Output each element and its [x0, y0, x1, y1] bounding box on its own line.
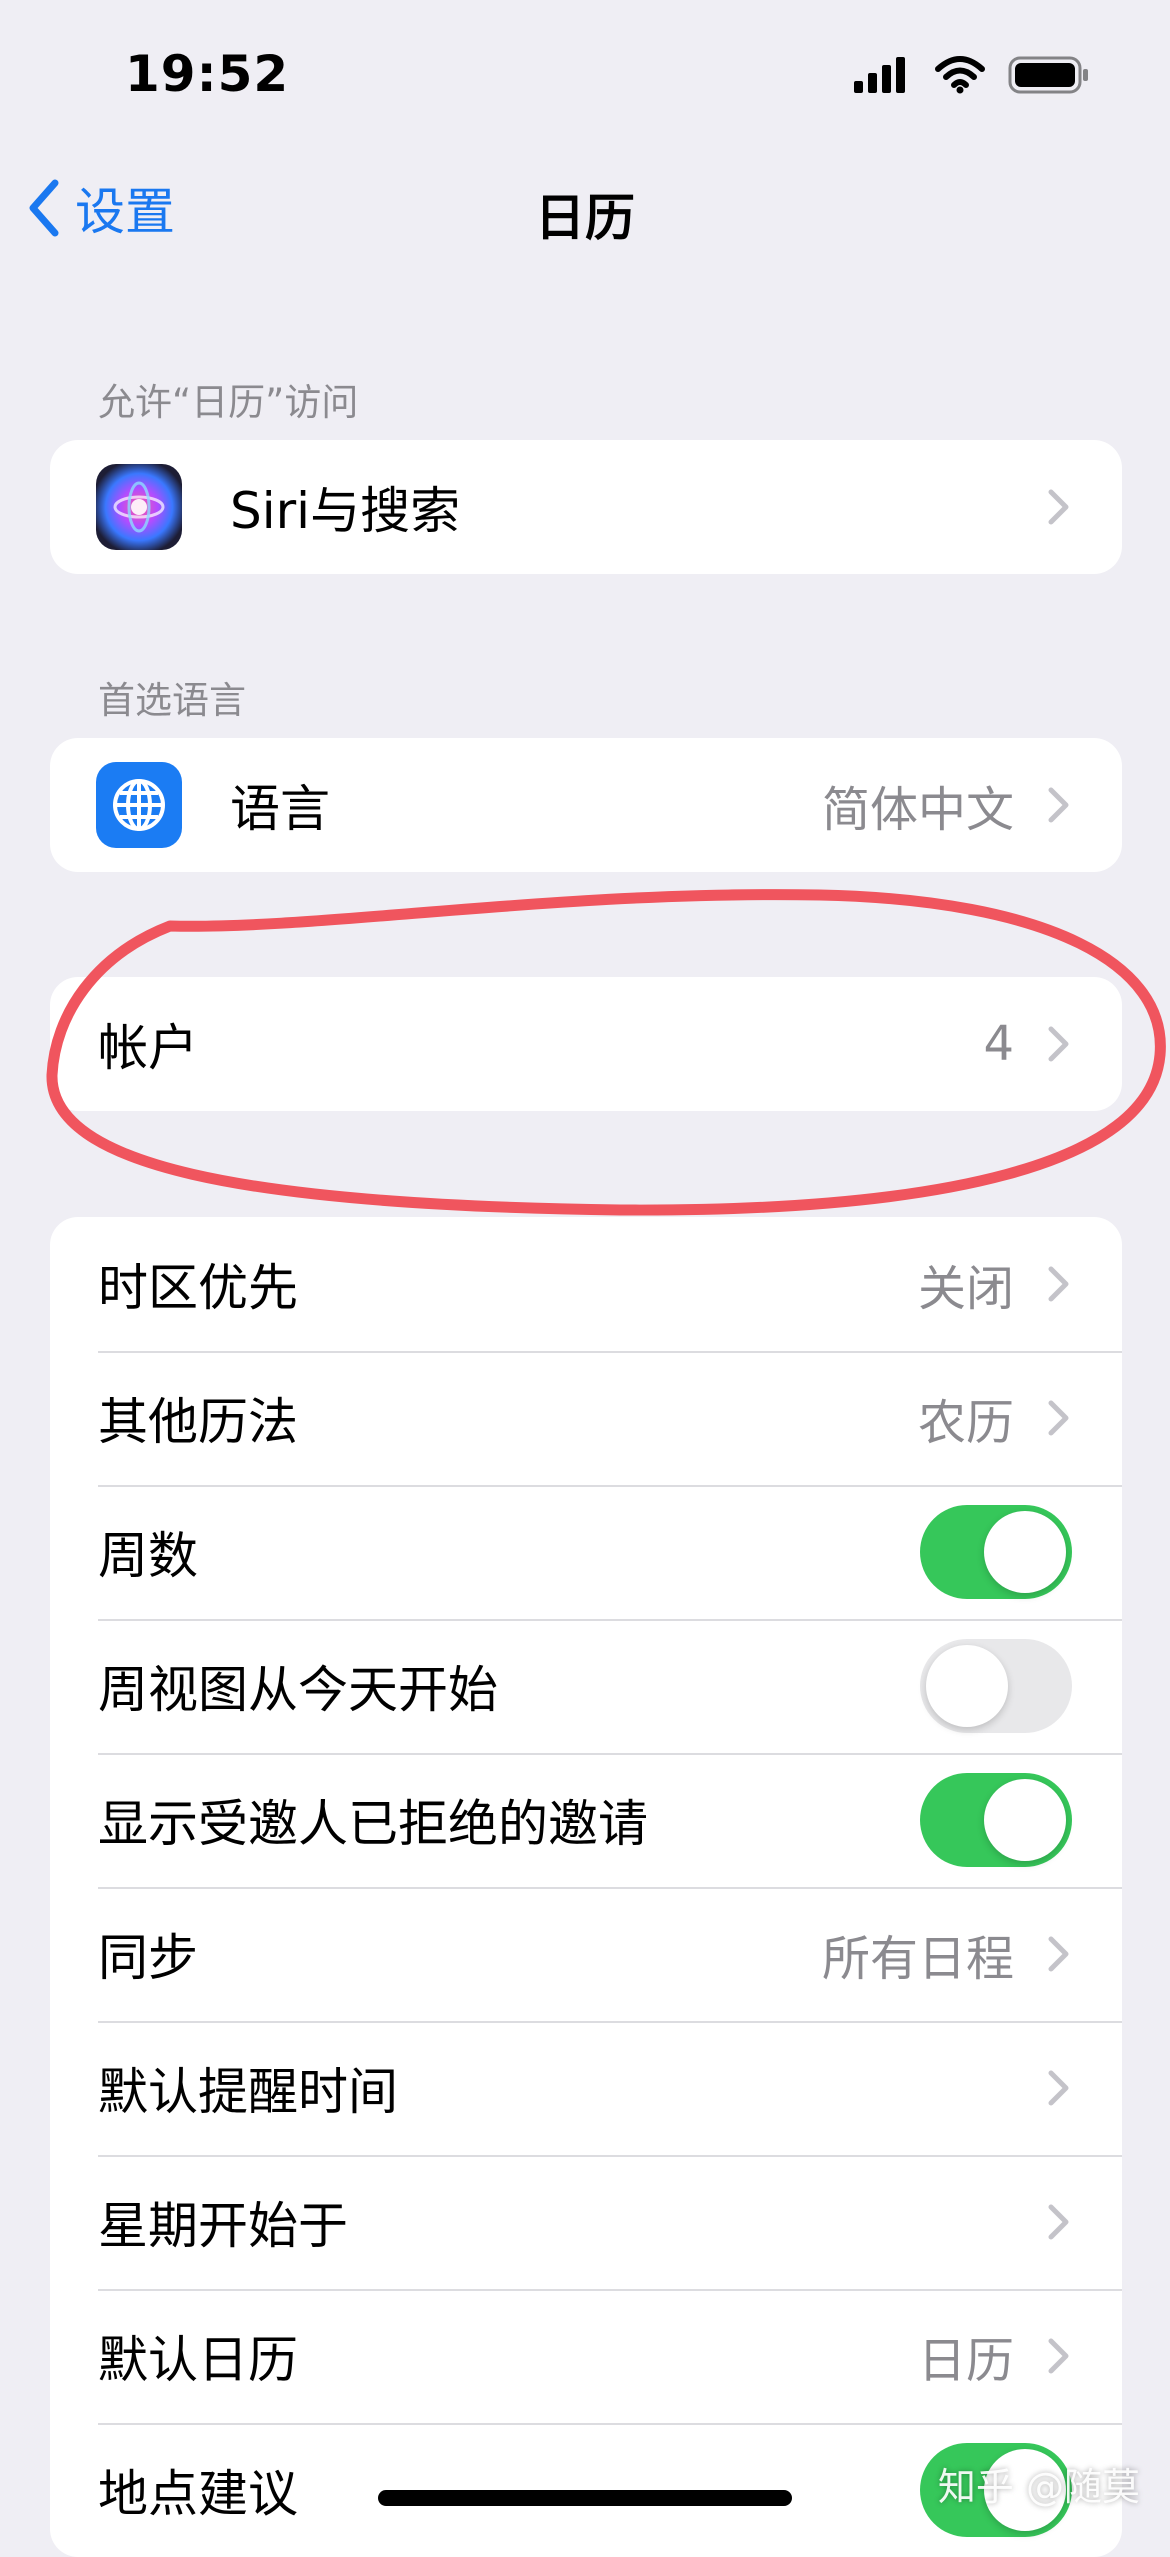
- battery-icon: [1008, 56, 1088, 94]
- settings-row-label: 周视图从今天开始: [98, 1661, 498, 1719]
- chevron-right-icon: [1048, 1400, 1069, 1436]
- toggle-knob: [926, 1645, 1008, 1727]
- settings-row[interactable]: 周数: [50, 1485, 1122, 1619]
- siri-search-row[interactable]: Siri与搜索: [50, 440, 1122, 574]
- accounts-card: 帐户 4: [50, 977, 1122, 1111]
- settings-row[interactable]: 默认日历 日历: [50, 2289, 1122, 2423]
- settings-row[interactable]: 时区优先 关闭: [50, 1217, 1122, 1351]
- section-header-access: 允许“日历”访问: [98, 381, 359, 424]
- chevron-right-icon: [1048, 1936, 1069, 1972]
- cellular-signal-icon: [854, 57, 905, 93]
- chevron-right-icon: [1048, 2338, 1069, 2374]
- navigation-bar: 设置 日历: [0, 160, 1170, 260]
- watermark: 知乎 @随莫: [937, 2465, 1140, 2509]
- toggle-knob: [984, 1511, 1066, 1593]
- settings-row-label: 其他历法: [98, 1393, 298, 1451]
- toggle-knob: [984, 1779, 1066, 1861]
- settings-row-label: 时区优先: [98, 1259, 298, 1317]
- settings-row-value: 所有日程: [821, 1931, 1014, 1987]
- language-label: 语言: [230, 780, 330, 838]
- chevron-right-icon: [1048, 787, 1069, 823]
- settings-row[interactable]: 默认提醒时间: [50, 2021, 1122, 2155]
- toggle-switch[interactable]: [920, 1505, 1072, 1599]
- page-title: 日历: [535, 189, 635, 247]
- globe-icon: [96, 762, 182, 848]
- siri-search-label: Siri与搜索: [230, 482, 461, 540]
- chevron-right-icon: [1048, 1026, 1069, 1062]
- settings-row-label: 地点建议: [98, 2465, 298, 2523]
- settings-row-label: 周数: [98, 1527, 198, 1585]
- language-row[interactable]: 语言 简体中文: [50, 738, 1122, 872]
- accounts-label: 帐户: [98, 1019, 198, 1077]
- settings-row[interactable]: 周视图从今天开始: [50, 1619, 1122, 1753]
- wifi-icon: [935, 56, 985, 94]
- accounts-count: 4: [983, 1016, 1014, 1072]
- settings-card: 时区优先 关闭其他历法 农历周数周视图从今天开始显示受邀人已拒绝的邀请 同步 所有日程默…: [50, 1217, 1122, 2557]
- accounts-row[interactable]: 帐户 4: [50, 977, 1122, 1111]
- chevron-right-icon: [1048, 1266, 1069, 1302]
- toggle-switch[interactable]: [920, 1773, 1072, 1867]
- settings-row-value: 日历: [917, 2333, 1014, 2389]
- status-bar: 19:52: [0, 0, 1170, 150]
- chevron-right-icon: [1048, 2204, 1069, 2240]
- home-indicator[interactable]: [378, 2490, 792, 2506]
- settings-row-label: 默认提醒时间: [98, 2063, 398, 2121]
- settings-row[interactable]: 其他历法 农历: [50, 1351, 1122, 1485]
- settings-row-label: 显示受邀人已拒绝的邀请: [98, 1795, 648, 1853]
- toggle-switch[interactable]: [920, 1639, 1072, 1733]
- access-card: Siri与搜索: [50, 440, 1122, 574]
- chevron-right-icon: [1048, 2070, 1069, 2106]
- settings-row[interactable]: 显示受邀人已拒绝的邀请: [50, 1753, 1122, 1887]
- status-time: 19:52: [125, 45, 290, 103]
- siri-icon: [96, 464, 182, 550]
- language-value: 简体中文: [821, 782, 1014, 838]
- settings-row-label: 同步: [98, 1929, 198, 1987]
- status-icons: [852, 55, 1090, 95]
- section-header-language: 首选语言: [98, 679, 246, 722]
- settings-row-label: 默认日历: [98, 2331, 298, 2389]
- settings-row[interactable]: 星期开始于: [50, 2155, 1122, 2289]
- language-card: 语言 简体中文: [50, 738, 1122, 872]
- chevron-right-icon: [1048, 489, 1069, 525]
- settings-row-value: 关闭: [917, 1261, 1014, 1317]
- settings-row-label: 星期开始于: [98, 2197, 348, 2255]
- settings-row-value: 农历: [917, 1395, 1014, 1451]
- settings-row[interactable]: 同步 所有日程: [50, 1887, 1122, 2021]
